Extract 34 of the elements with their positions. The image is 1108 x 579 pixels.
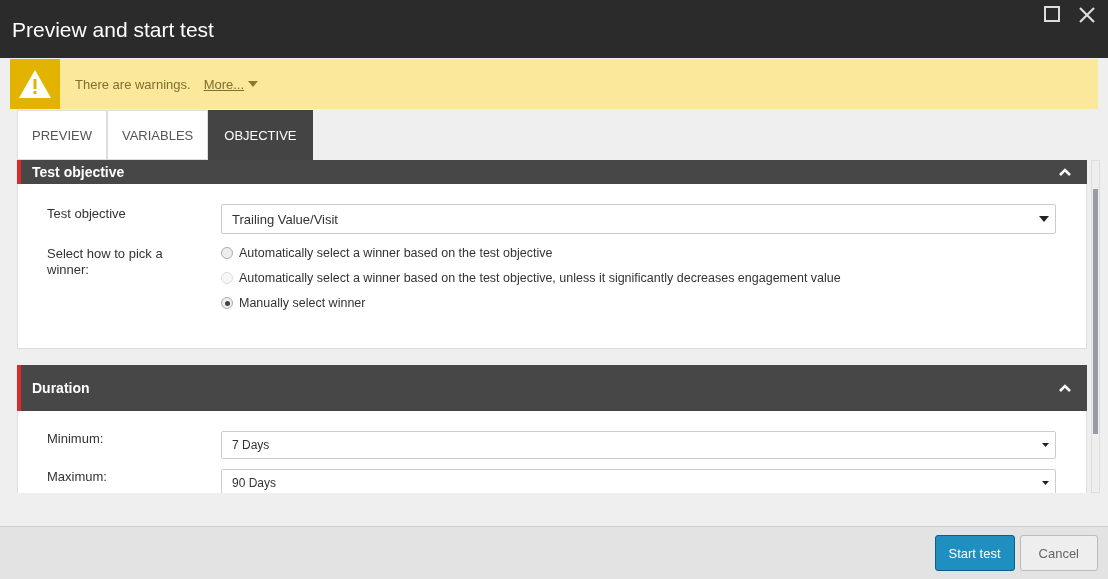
radio-label: Automatically select a winner based on the test objective, unless it significantly decreases engagement value	[239, 271, 841, 285]
dropdown-field[interactable]: 90 Days	[221, 469, 1056, 493]
dropdown-arrow-icon	[1039, 216, 1049, 222]
scrollbar[interactable]	[1091, 160, 1100, 493]
section-title: Duration	[32, 380, 90, 396]
field-label: Select how to pick a winner:	[47, 245, 164, 279]
window-title: Preview and start test	[12, 18, 214, 42]
maximize-icon[interactable]	[1044, 6, 1060, 22]
cancel-button[interactable]: Cancel	[1019, 535, 1098, 571]
start-button[interactable]: Start test	[934, 535, 1015, 571]
warning-icon	[10, 59, 60, 109]
tab[interactable]: VARIABLES	[106, 110, 209, 160]
chevron-up-icon[interactable]	[1059, 168, 1071, 176]
tab[interactable]: PREVIEW	[17, 110, 107, 160]
field-label: Maximum:	[47, 469, 108, 486]
radio-label: Manually select winner	[239, 296, 366, 310]
dropdown-arrow-icon	[1042, 441, 1049, 449]
field-label: Test objective	[47, 205, 127, 223]
tab[interactable]: OBJECTIVE	[208, 110, 313, 160]
dropdown-field[interactable]: 7 Days	[221, 431, 1056, 459]
section-header[interactable]: Duration	[17, 365, 1087, 411]
chevron-up-icon[interactable]	[1059, 384, 1071, 392]
caret-icon[interactable]	[248, 81, 259, 87]
radio-button[interactable]	[221, 297, 233, 309]
field-label: Minimum:	[47, 431, 105, 448]
dropdown-arrow-icon	[1042, 479, 1049, 487]
dropdown-field[interactable]: Trailing Value/Visit	[221, 204, 1056, 234]
section-header[interactable]: Test objective	[17, 160, 1087, 184]
radio-button[interactable]	[221, 247, 233, 259]
section-title: Test objective	[32, 164, 125, 180]
more-link[interactable]: More...	[203, 76, 245, 92]
warning-message: There are warnings.	[75, 76, 191, 92]
radio-label: Automatically select a winner based on the test objective	[239, 246, 553, 260]
close-icon[interactable]	[1078, 6, 1096, 24]
